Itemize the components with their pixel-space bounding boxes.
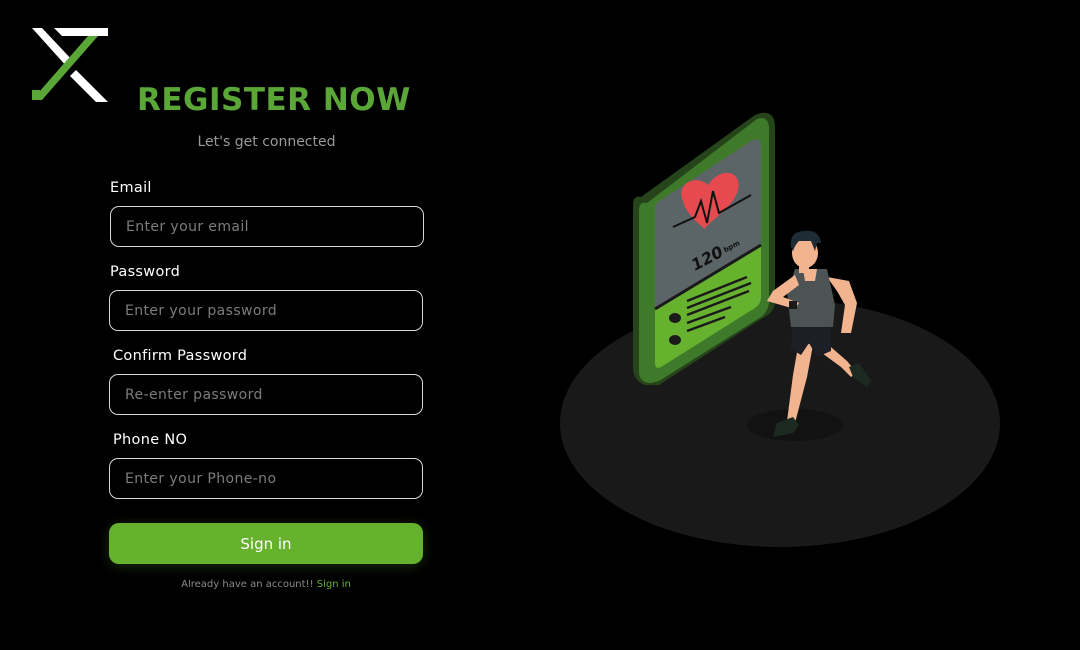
- footer-note: Already have an account!! Sign in: [109, 579, 423, 590]
- phone-label: Phone NO: [113, 432, 188, 448]
- page-title: REGISTER NOW: [137, 82, 411, 118]
- email-field[interactable]: [110, 206, 424, 247]
- password-field[interactable]: [109, 290, 423, 331]
- fitness-illustration: 120 bpm: [560, 112, 1000, 547]
- phone-field[interactable]: [109, 458, 423, 499]
- sign-in-button[interactable]: Sign in: [109, 523, 423, 564]
- brand-logo-icon: [32, 28, 108, 102]
- page-subtitle: Let's get connected: [197, 134, 336, 150]
- email-label: Email: [110, 180, 152, 196]
- sign-in-link[interactable]: Sign in: [317, 579, 351, 590]
- confirm-password-label: Confirm Password: [113, 348, 248, 364]
- confirm-password-field[interactable]: [109, 374, 423, 415]
- footer-text: Already have an account!!: [181, 579, 317, 590]
- password-label: Password: [110, 264, 181, 280]
